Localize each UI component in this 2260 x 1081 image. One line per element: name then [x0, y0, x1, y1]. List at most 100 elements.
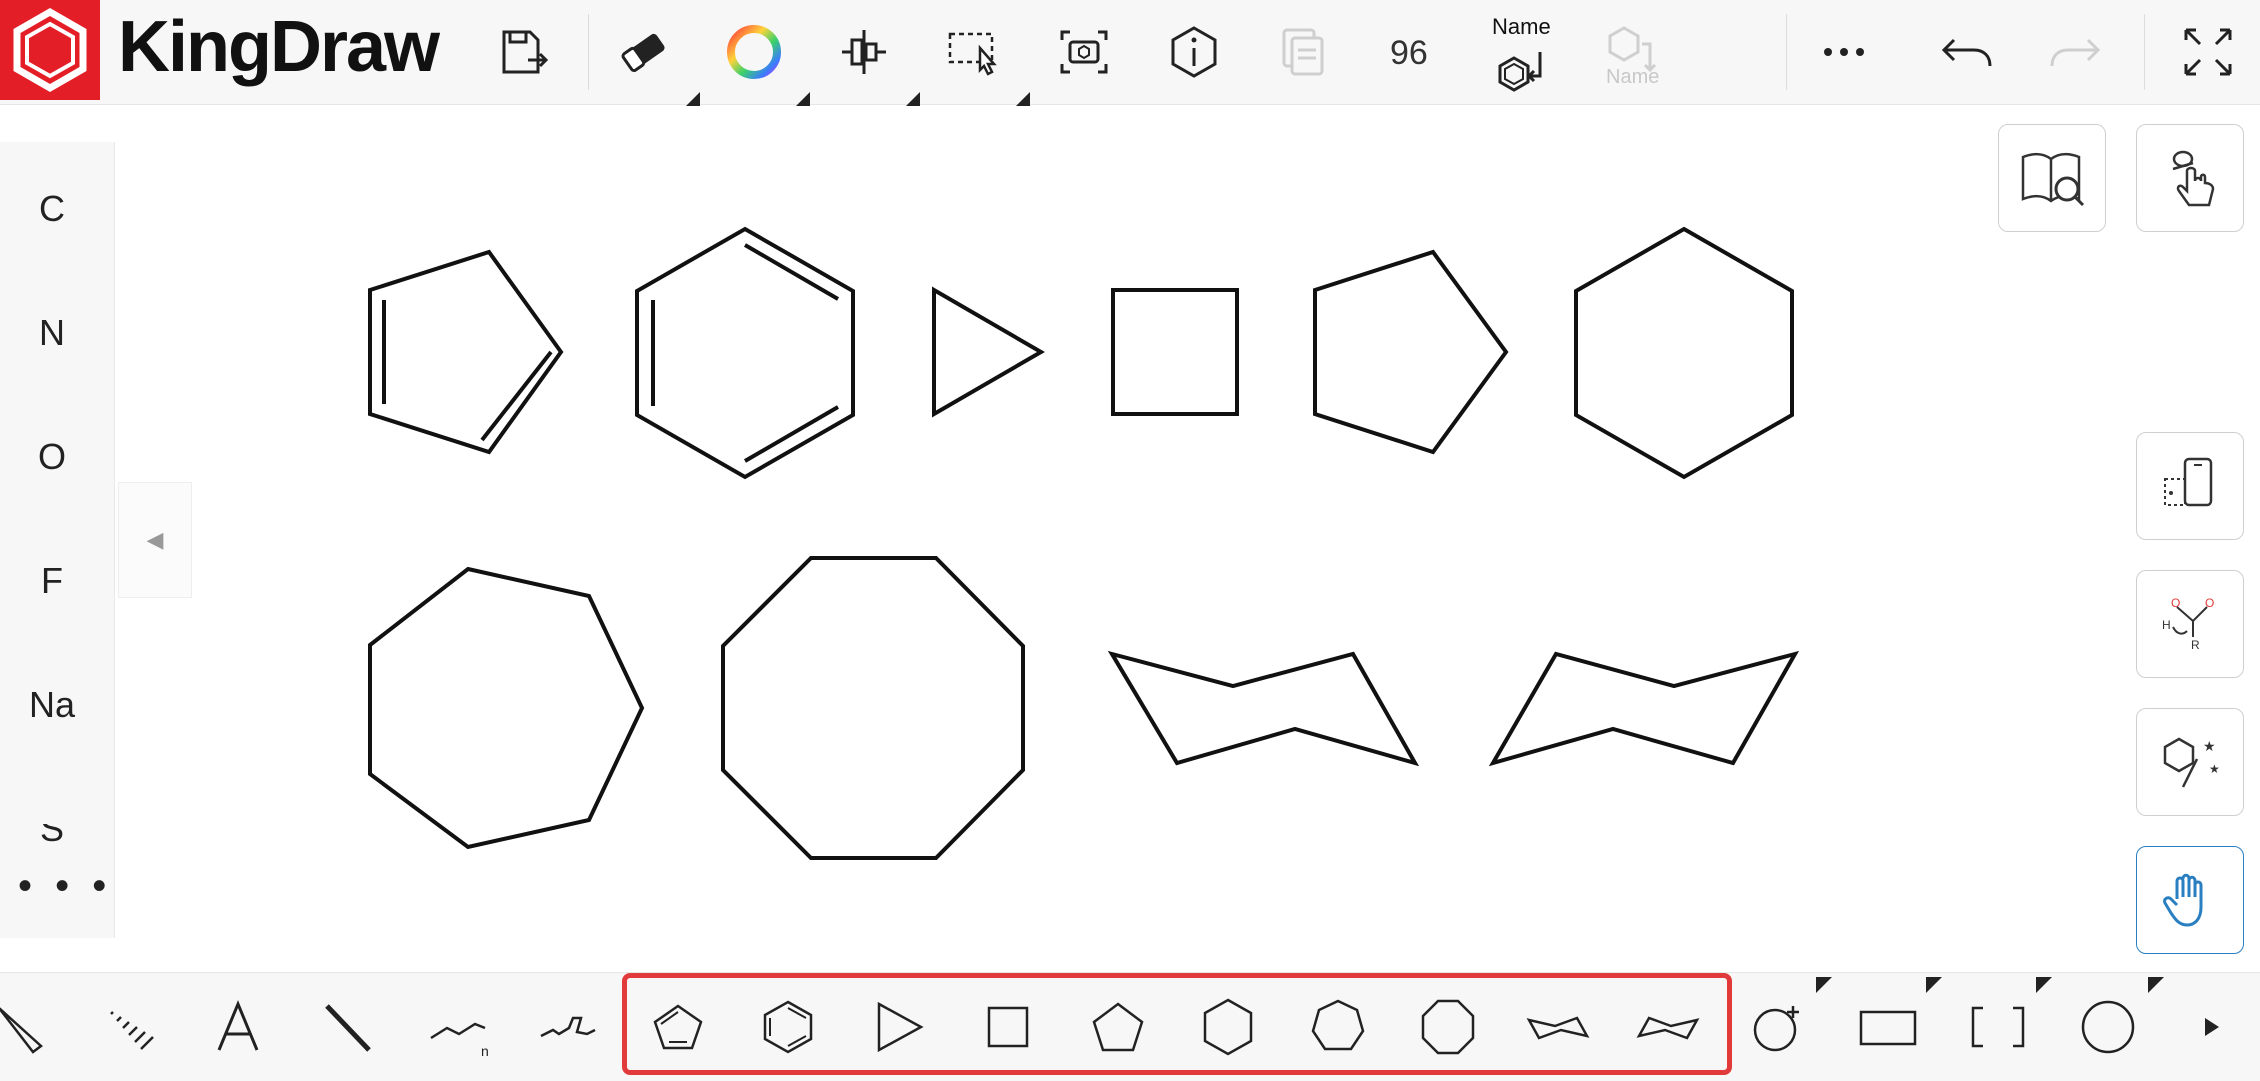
fullscreen-icon	[2184, 28, 2232, 76]
text-tool-icon	[217, 1000, 259, 1051]
reaction-mechanism-button[interactable]: H O O R	[2136, 570, 2244, 678]
add-ring-button[interactable]	[1738, 987, 1818, 1067]
structure-cyclooctane[interactable]	[721, 556, 1025, 860]
eraser-button[interactable]	[606, 14, 682, 90]
dropdown-corner	[2148, 977, 2164, 993]
cyclooctane-ring-button[interactable]	[1408, 987, 1488, 1067]
cyclobutane-ring-button[interactable]	[968, 987, 1048, 1067]
triangle-left-icon: ◀	[146, 527, 164, 552]
chair-ring-2-button[interactable]	[1628, 987, 1708, 1067]
hash-bond-button[interactable]	[88, 987, 168, 1067]
bottom-toolbar: n	[0, 972, 2260, 1081]
panel-fade	[0, 810, 114, 824]
select-button[interactable]	[936, 14, 1012, 90]
element-carbon[interactable]: C	[0, 188, 104, 230]
chain-tool-button[interactable]: n	[418, 987, 498, 1067]
element-sodium[interactable]: Na	[0, 684, 104, 726]
benzene-ring-button[interactable]	[748, 987, 828, 1067]
text-tool-button[interactable]	[198, 987, 278, 1067]
wedge-bond-button[interactable]	[0, 987, 62, 1067]
rectangle-button[interactable]	[1848, 987, 1928, 1067]
info-button[interactable]	[1156, 14, 1232, 90]
triangle-right-icon	[2205, 1018, 2219, 1036]
toolbar-divider	[2144, 14, 2145, 90]
name-label-disabled: Name	[1606, 66, 1660, 88]
search-library-button[interactable]	[1998, 124, 2106, 232]
select-icon	[948, 32, 997, 76]
search-library-icon	[2021, 153, 2085, 207]
fullscreen-button[interactable]	[2170, 14, 2246, 90]
name-structure-button[interactable]	[1484, 34, 1560, 110]
color-wheel-icon	[727, 25, 781, 79]
structure-cyclohexane[interactable]	[1574, 226, 1794, 480]
element-fluorine[interactable]: F	[0, 560, 104, 602]
cycloheptane-ring-icon	[1311, 999, 1365, 1051]
svg-text:★: ★	[2203, 739, 2216, 755]
structure-cyclohexane-chair-1[interactable]	[1107, 650, 1420, 767]
structure-cyclopentane[interactable]	[1313, 249, 1509, 455]
tap-gesture-button[interactable]	[2136, 124, 2244, 232]
circle-icon	[2081, 1000, 2135, 1054]
align-icon	[842, 30, 886, 74]
dropdown-corner	[906, 92, 920, 106]
screenshot-button[interactable]	[1046, 14, 1122, 90]
r-group-label: R	[2191, 638, 2200, 652]
single-bond-button[interactable]	[308, 987, 388, 1067]
chain-n-tool-button[interactable]	[528, 987, 608, 1067]
copy-icon	[1282, 28, 1324, 76]
save-button[interactable]	[484, 14, 560, 90]
chair-ring-2-icon	[1636, 1016, 1700, 1040]
element-nitrogen[interactable]: N	[0, 312, 104, 354]
cyclohexane-ring-button[interactable]	[1188, 987, 1268, 1067]
copy-button[interactable]	[1266, 14, 1342, 90]
hexagon-logo-icon	[13, 7, 87, 93]
chain-n-tool-icon	[540, 1016, 596, 1038]
more-icon	[1824, 48, 1864, 56]
scroll-right-button[interactable]	[2172, 987, 2252, 1067]
cyclopentadiene-ring-icon	[653, 1004, 703, 1050]
align-button[interactable]	[826, 14, 902, 90]
cycloheptane-ring-button[interactable]	[1298, 987, 1378, 1067]
tap-gesture-icon	[2172, 150, 2215, 207]
rectangle-icon	[1859, 1010, 1917, 1046]
drawing-canvas[interactable]	[190, 110, 1980, 960]
redo-button[interactable]	[2038, 14, 2114, 90]
cyclopentane-ring-icon	[1092, 1002, 1144, 1052]
structure-cyclohexane-chair-2[interactable]	[1488, 650, 1800, 767]
more-button[interactable]	[1806, 14, 1882, 90]
cyclopentane-ring-button[interactable]	[1078, 987, 1158, 1067]
wedge-bond-icon	[0, 1007, 43, 1054]
color-button[interactable]	[716, 14, 792, 90]
structure-cyclobutane[interactable]	[1111, 288, 1239, 416]
device-rotate-icon	[2164, 457, 2213, 507]
cyclopentadiene-ring-button[interactable]	[638, 987, 718, 1067]
structure-cyclopentadiene[interactable]	[368, 249, 564, 455]
zoom-indicator[interactable]: 96	[1390, 34, 1428, 73]
eraser-icon	[621, 33, 665, 72]
cyclopropane-ring-button[interactable]	[858, 987, 938, 1067]
element-oxygen[interactable]: O	[0, 436, 104, 478]
top-toolbar: KingDraw 96 Name Name	[0, 0, 2260, 106]
more-elements-button[interactable]: • • •	[18, 864, 112, 909]
device-rotate-button[interactable]	[2136, 432, 2244, 540]
app-logo	[0, 0, 100, 100]
brackets-button[interactable]	[1958, 987, 2038, 1067]
collapse-panel-button[interactable]: ◀	[118, 482, 192, 598]
circle-button[interactable]	[2068, 987, 2148, 1067]
benzene-ring-icon	[763, 1000, 813, 1054]
dropdown-corner	[1016, 92, 1030, 106]
chair-ring-1-icon	[1526, 1016, 1590, 1040]
undo-button[interactable]	[1928, 14, 2004, 90]
toolbar-divider	[588, 14, 589, 90]
chain-tool-icon: n	[430, 1022, 489, 1059]
info-icon	[1171, 26, 1217, 78]
structure-cyclopropane[interactable]	[932, 286, 1045, 418]
svg-text:★: ★	[2209, 762, 2220, 776]
toolbar-divider	[1786, 14, 1787, 90]
pan-hand-button[interactable]	[2136, 846, 2244, 954]
chair-ring-1-button[interactable]	[1518, 987, 1598, 1067]
structure-benzene[interactable]	[635, 226, 855, 480]
dropdown-corner	[1926, 977, 1942, 993]
stereo-magic-button[interactable]: ★ ★	[2136, 708, 2244, 816]
structure-cycloheptane[interactable]	[368, 566, 645, 850]
